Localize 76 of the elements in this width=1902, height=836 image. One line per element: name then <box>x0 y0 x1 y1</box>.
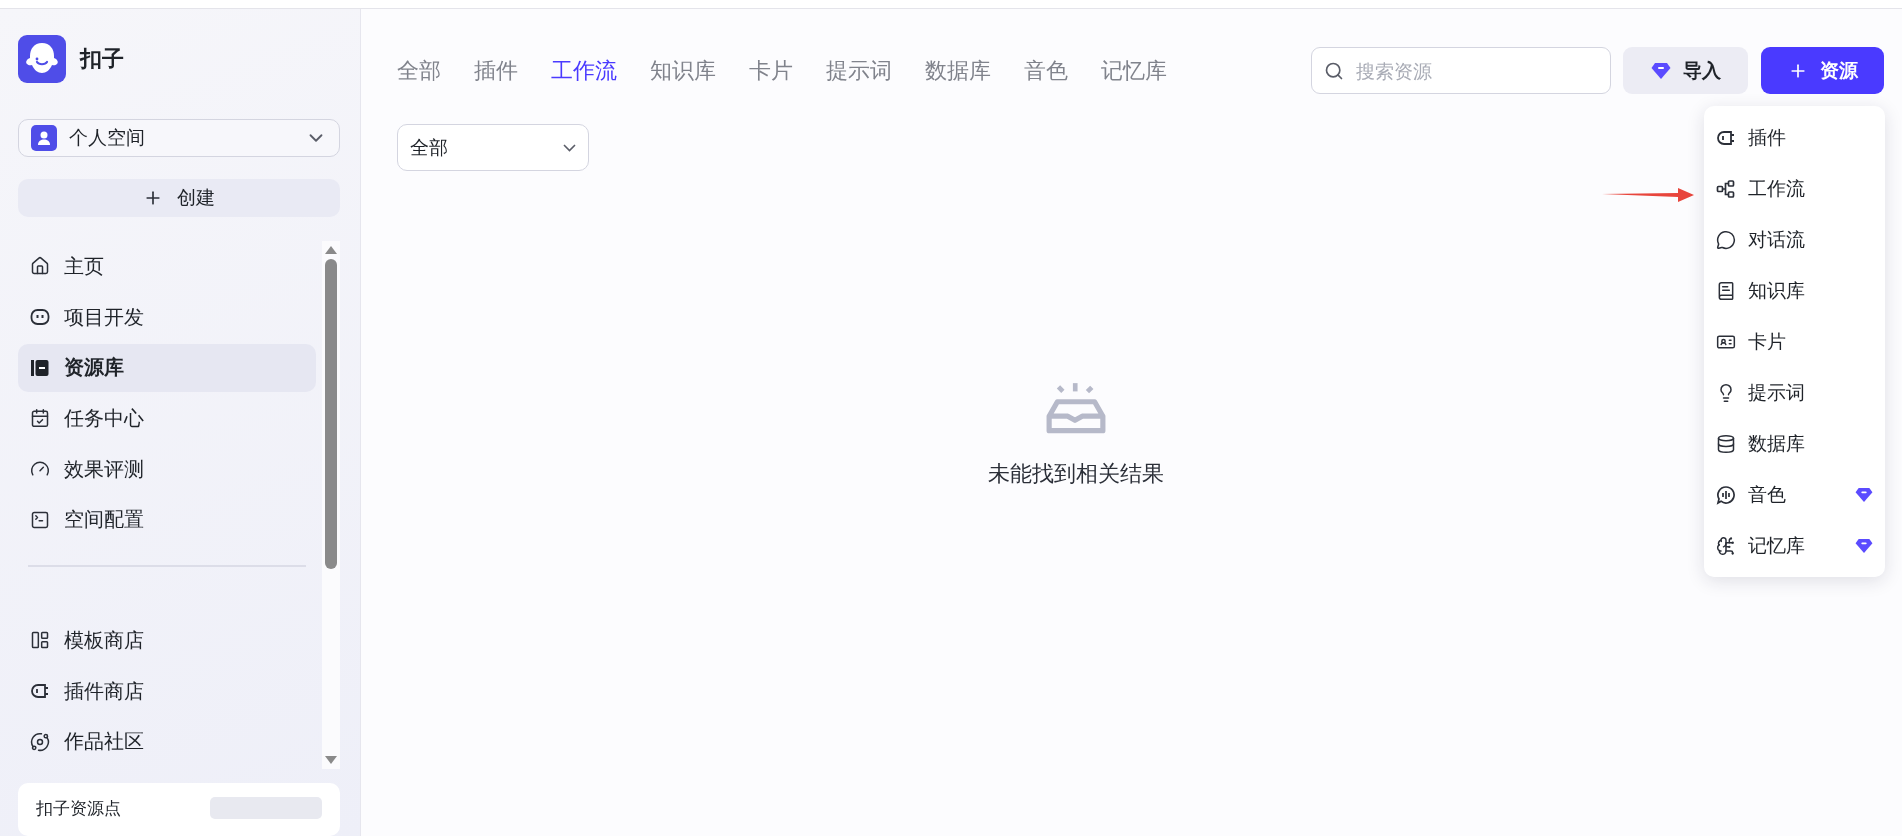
sidebar-item[interactable]: 效果评测 <box>18 445 316 493</box>
search-field[interactable]: 搜索资源 <box>1311 47 1611 94</box>
menu-item[interactable]: 插件 <box>1704 112 1885 163</box>
resource-tab[interactable]: 插件 <box>474 55 518 86</box>
house-icon <box>30 256 50 277</box>
resource-tab[interactable]: 音色 <box>1024 55 1068 86</box>
menu-item-label: 插件 <box>1748 124 1787 150</box>
sidebar-item-label: 空间配置 <box>64 506 144 534</box>
sidebar-item-label: 效果评测 <box>64 455 144 483</box>
menu-item-label: 工作流 <box>1748 175 1806 201</box>
database-icon <box>1716 433 1736 454</box>
card-title: 扣子资源点 <box>36 796 121 820</box>
terminal-icon <box>30 509 50 530</box>
import-button[interactable]: 导入 <box>1623 47 1748 94</box>
search-input[interactable]: 搜索资源 <box>1354 58 1584 83</box>
scroll-up-icon[interactable] <box>324 244 338 255</box>
sidebar-item[interactable]: 项目开发 <box>18 293 316 341</box>
user-icon <box>31 124 57 151</box>
workflow-icon <box>1716 178 1736 199</box>
robot-face-icon <box>30 307 50 328</box>
calendar-check-icon <box>30 408 50 429</box>
menu-item[interactable]: 工作流 <box>1704 163 1885 214</box>
planet-icon <box>30 731 50 752</box>
menu-item-label: 数据库 <box>1748 430 1806 456</box>
space-selector[interactable]: 个人空间 <box>18 119 340 157</box>
resource-tab[interactable]: 工作流 <box>551 55 617 86</box>
book-icon <box>1716 280 1736 301</box>
menu-item-label: 知识库 <box>1748 277 1806 303</box>
menu-item[interactable]: 数据库 <box>1704 418 1885 469</box>
gem-icon <box>1650 61 1671 80</box>
menu-item[interactable]: 对话流 <box>1704 214 1885 265</box>
resource-tab[interactable]: 记忆库 <box>1101 55 1167 86</box>
resource-tab[interactable]: 卡片 <box>749 55 793 86</box>
resource-tab[interactable]: 知识库 <box>650 55 716 86</box>
menu-item[interactable]: 记忆库 <box>1704 520 1885 571</box>
menu-item-label: 卡片 <box>1748 328 1787 354</box>
menu-item[interactable]: 知识库 <box>1704 265 1885 316</box>
app-name: 扣子 <box>80 45 124 73</box>
menu-item-label: 提示词 <box>1748 379 1806 405</box>
filter-select[interactable]: 全部 <box>397 124 589 171</box>
create-button[interactable]: 创建 <box>18 178 340 217</box>
chat-icon <box>1716 229 1736 250</box>
search-icon <box>1324 60 1344 81</box>
audio-icon <box>1716 484 1736 505</box>
resource-tab[interactable]: 数据库 <box>925 55 991 86</box>
brain-icon <box>1716 535 1736 556</box>
menu-item[interactable]: 提示词 <box>1704 367 1885 418</box>
sidebar-item-label: 资源库 <box>64 354 124 382</box>
chevron-down-icon <box>563 143 576 152</box>
sidebar-item[interactable]: 资源库 <box>18 343 316 392</box>
menu-item[interactable]: 音色 <box>1704 469 1885 520</box>
menu-item-label: 音色 <box>1748 481 1787 507</box>
scroll-down-icon[interactable] <box>324 754 338 765</box>
empty-message: 未能找到相关结果 <box>987 460 1164 488</box>
menu-item-label: 记忆库 <box>1748 532 1806 558</box>
sidebar-item-label: 插件商店 <box>64 677 144 705</box>
menu-item-label: 对话流 <box>1748 226 1806 252</box>
book-icon <box>30 357 50 378</box>
resource-tab[interactable]: 全部 <box>397 55 441 86</box>
sidebar-item[interactable]: 模板商店 <box>18 616 316 665</box>
sidebar-item-label: 项目开发 <box>64 303 144 331</box>
ghost-logo-icon <box>18 35 66 83</box>
layout-icon <box>30 630 50 651</box>
sidebar-item-label: 作品社区 <box>64 728 144 756</box>
resource-tab[interactable]: 提示词 <box>826 55 892 86</box>
sidebar-item[interactable]: 插件商店 <box>18 667 316 715</box>
sidebar-item[interactable]: 任务中心 <box>18 394 316 443</box>
sidebar-item[interactable]: 主页 <box>18 242 316 291</box>
sidebar-item-label: 主页 <box>64 252 104 280</box>
menu-item[interactable]: 卡片 <box>1704 316 1885 367</box>
sidebar-item-label: 任务中心 <box>64 404 144 432</box>
sidebar-item[interactable]: 作品社区 <box>18 717 316 766</box>
sidebar-item[interactable]: 空间配置 <box>18 495 316 544</box>
scrollbar[interactable] <box>322 240 340 769</box>
add-resource-button[interactable]: 资源 <box>1761 47 1884 94</box>
sidebar-item-label: 模板商店 <box>64 626 144 654</box>
